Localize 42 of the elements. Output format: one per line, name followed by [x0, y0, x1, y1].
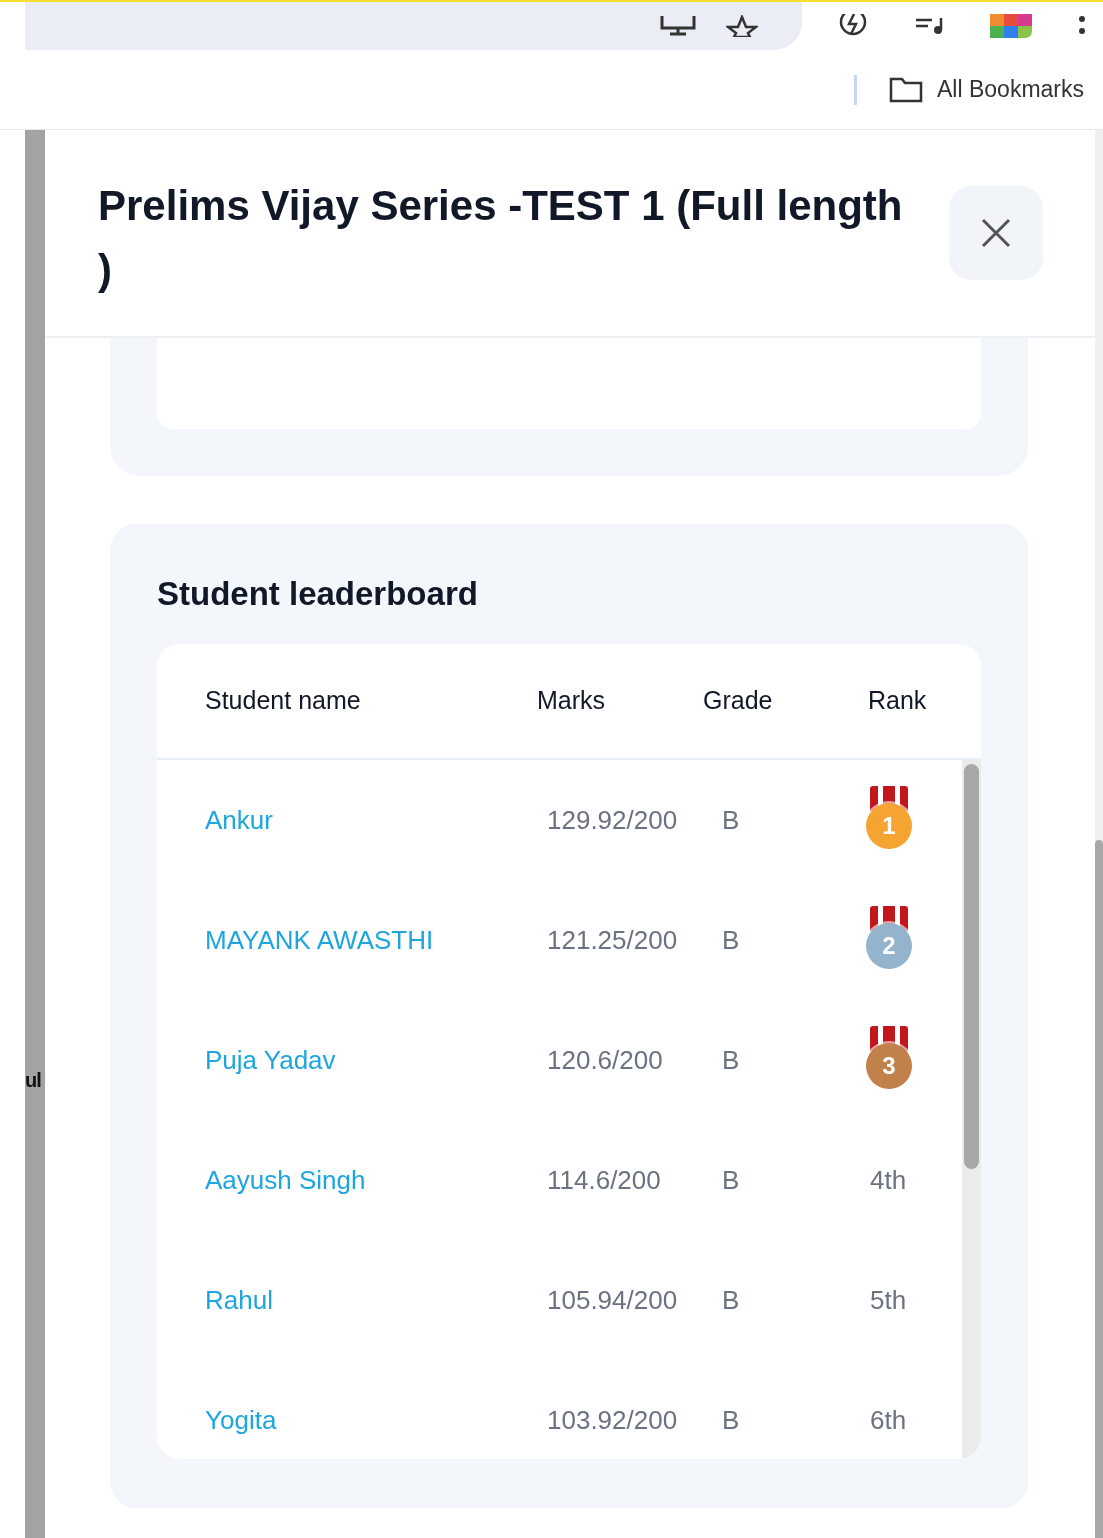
- rank-cell-text: 5th: [869, 1283, 907, 1317]
- grade-cell-text: B: [722, 1403, 741, 1437]
- avatar-icon[interactable]: [990, 14, 1032, 38]
- marks-cell-text: 129.92/200: [547, 803, 679, 837]
- rank-cell-text: 4th: [869, 1163, 907, 1197]
- folder-icon: [889, 76, 923, 103]
- student-name-link[interactable]: MAYANK AWASTHI: [205, 920, 547, 960]
- monitor-icon[interactable]: [660, 16, 696, 36]
- playlist-icon[interactable]: [914, 16, 944, 36]
- medal-number: 2: [881, 931, 897, 961]
- background-text: ul: [25, 1070, 42, 1090]
- grade-cell-text: B: [722, 803, 741, 837]
- star-icon[interactable]: [726, 15, 758, 37]
- marks-cell-text: 105.94/200: [547, 1283, 679, 1317]
- marks-cell-text: 121.25/200: [547, 923, 679, 957]
- marks-cell-text: 103.92/200: [547, 1403, 679, 1437]
- marks-cell-text: 120.6/200: [547, 1043, 664, 1077]
- page-scrollbar[interactable]: [1095, 840, 1103, 1538]
- student-name-link[interactable]: Ankur: [205, 800, 547, 840]
- column-header: Rank: [867, 685, 928, 717]
- modal-title: Prelims Vijay Series -TEST 1 (Full length ): [98, 181, 904, 295]
- grade-cell-text: B: [722, 923, 741, 957]
- marks-cell-text: 114.6/200: [547, 1163, 662, 1197]
- more-menu-icon[interactable]: [1078, 15, 1086, 37]
- student-name-link[interactable]: Aayush Singh: [205, 1160, 547, 1200]
- grade-cell-text: B: [722, 1283, 741, 1317]
- scrollbar-track[interactable]: [962, 760, 981, 1459]
- leaderboard-title: Student leaderboard: [157, 574, 479, 614]
- student-name-link[interactable]: Yogita: [205, 1400, 547, 1440]
- lightning-icon[interactable]: [838, 14, 868, 38]
- column-header: Grade: [703, 685, 774, 717]
- grade-cell-text: B: [722, 1043, 741, 1077]
- student-name-link[interactable]: Puja Yadav: [205, 1040, 547, 1080]
- rank-cell-text: 6th: [869, 1403, 907, 1437]
- close-button[interactable]: [949, 186, 1043, 280]
- scrollbar-thumb[interactable]: [964, 764, 979, 1169]
- student-name-link[interactable]: Rahul: [205, 1280, 547, 1320]
- close-icon: [981, 218, 1011, 248]
- grade-cell-text: B: [722, 1163, 741, 1197]
- medal-number: 3: [881, 1051, 897, 1081]
- bookmarks-button[interactable]: All Bookmarks: [889, 72, 1084, 107]
- medal-number: 1: [881, 811, 897, 841]
